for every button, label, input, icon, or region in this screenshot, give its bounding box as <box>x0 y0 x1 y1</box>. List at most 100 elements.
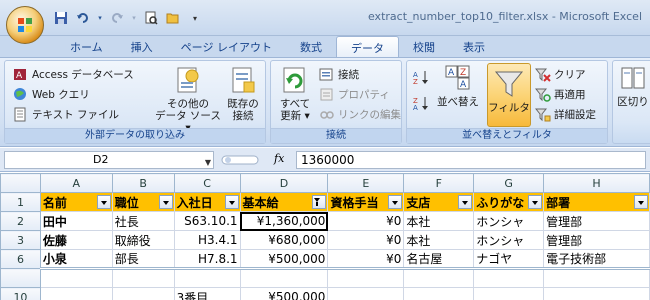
table-header-cell[interactable]: 基本給 <box>239 192 329 212</box>
cell[interactable]: 社長 <box>111 211 175 231</box>
table-header-cell[interactable]: 部署 <box>543 192 650 212</box>
selected-cell[interactable]: ¥1,360,000 <box>239 211 329 231</box>
name-box[interactable]: D2 ▼ <box>4 151 214 169</box>
filter-button[interactable]: フィルタ <box>487 63 531 127</box>
filter-dropdown-icon[interactable] <box>528 195 543 209</box>
row-header[interactable]: 6 <box>0 249 41 269</box>
row-header[interactable] <box>0 268 41 288</box>
column-header[interactable]: G <box>473 173 545 193</box>
clear-button[interactable]: クリア <box>534 66 586 83</box>
filter-dropdown-icon[interactable] <box>158 195 173 209</box>
filter-dropdown-icon[interactable] <box>388 195 403 209</box>
cell[interactable]: 本社 <box>403 230 475 250</box>
cell[interactable] <box>543 268 650 288</box>
undo-dropdown-icon[interactable]: ▾ <box>96 9 104 27</box>
edit-links-button[interactable]: リンクの編集 <box>319 106 401 123</box>
reapply-button[interactable]: 再適用 <box>534 86 586 103</box>
open-icon[interactable] <box>164 9 182 27</box>
tab-view[interactable]: 表示 <box>449 36 499 58</box>
cell[interactable]: ¥680,000 <box>239 230 329 250</box>
tab-data[interactable]: データ <box>335 36 399 58</box>
save-icon[interactable] <box>52 9 70 27</box>
cell[interactable]: 管理部 <box>543 211 650 231</box>
formula-input[interactable]: 1360000 <box>296 151 646 169</box>
cell[interactable] <box>473 287 545 300</box>
cell[interactable]: H7.8.1 <box>173 249 241 270</box>
column-header[interactable]: F <box>403 173 475 193</box>
tab-home[interactable]: ホーム <box>56 36 117 58</box>
name-box-dropdown-icon[interactable]: ▼ <box>205 155 211 171</box>
column-header[interactable]: C <box>173 173 241 193</box>
cell[interactable]: 佐藤 <box>39 230 113 250</box>
filter-dropdown-icon[interactable] <box>96 195 111 209</box>
cell[interactable]: 管理部 <box>543 230 650 250</box>
cell[interactable]: 取締役 <box>111 230 175 250</box>
cell[interactable] <box>239 268 329 288</box>
existing-connections-button[interactable]: 既存の 接続 <box>223 64 263 122</box>
web-query-button[interactable]: Web クエリ <box>13 86 90 103</box>
cell[interactable] <box>543 287 650 300</box>
tab-review[interactable]: 校閲 <box>399 36 449 58</box>
redo-icon[interactable] <box>108 9 126 27</box>
cell[interactable]: ホンシャ <box>473 211 545 231</box>
connections-button[interactable]: 接続 <box>319 66 359 83</box>
text-to-columns-button[interactable]: 区切り <box>615 64 650 108</box>
column-header[interactable]: A <box>39 173 113 193</box>
insert-function-icon[interactable]: fx <box>274 152 284 165</box>
cell[interactable]: 小泉 <box>39 249 113 270</box>
cell[interactable] <box>327 287 405 300</box>
other-sources-button[interactable]: その他の データ ソース ▾ <box>155 64 221 134</box>
cell[interactable]: ホンシャ <box>473 230 545 250</box>
text-file-button[interactable]: テキスト ファイル <box>13 106 119 123</box>
cell[interactable] <box>327 268 405 288</box>
cell[interactable]: 名古屋 <box>403 249 475 270</box>
cell[interactable] <box>39 268 113 288</box>
sort-ascending-button[interactable]: AZ <box>413 69 429 86</box>
redo-dropdown-icon[interactable]: ▾ <box>130 9 138 27</box>
cell[interactable] <box>111 268 175 288</box>
formula-bar-handle-icon[interactable] <box>220 151 260 169</box>
cell[interactable] <box>39 287 113 300</box>
filter-dropdown-icon[interactable] <box>634 195 648 209</box>
office-button[interactable] <box>6 6 44 44</box>
cell[interactable]: 電子技術部 <box>543 249 650 270</box>
table-header-cell[interactable]: 職位 <box>111 192 175 212</box>
tab-insert[interactable]: 挿入 <box>117 36 167 58</box>
print-preview-icon[interactable] <box>142 9 160 27</box>
access-database-button[interactable]: A Access データベース <box>13 66 134 83</box>
table-header-cell[interactable]: 資格手当 <box>327 192 405 212</box>
tab-page-layout[interactable]: ページ レイアウト <box>167 36 286 58</box>
table-header-cell[interactable]: 名前 <box>39 192 113 212</box>
cell[interactable]: ¥0 <box>327 230 405 250</box>
column-header[interactable]: E <box>327 173 405 193</box>
cell[interactable]: ¥500,000 <box>239 249 329 270</box>
cell[interactable]: ¥0 <box>327 211 405 231</box>
sort-descending-button[interactable]: ZA <box>413 95 429 112</box>
table-header-cell[interactable]: ふりがな <box>473 192 545 212</box>
cell[interactable]: ¥500,000 <box>239 287 329 300</box>
cell[interactable]: ナゴヤ <box>473 249 545 270</box>
undo-icon[interactable] <box>74 9 92 27</box>
cell[interactable] <box>403 287 475 300</box>
cell[interactable]: 部長 <box>111 249 175 270</box>
table-header-cell[interactable]: 入社日 <box>173 192 241 212</box>
column-header[interactable]: H <box>543 173 650 193</box>
cell[interactable]: S63.10.1 <box>173 211 241 231</box>
refresh-all-button[interactable]: すべて 更新 ▾ <box>275 64 315 122</box>
column-header[interactable]: D <box>239 173 329 193</box>
select-all-corner[interactable] <box>0 173 41 193</box>
filter-dropdown-icon[interactable] <box>224 195 239 209</box>
column-header[interactable]: B <box>111 173 175 193</box>
tab-formulas[interactable]: 数式 <box>286 36 336 58</box>
cell[interactable]: 田中 <box>39 211 113 231</box>
active-filter-icon[interactable] <box>312 195 327 209</box>
table-header-cell[interactable]: 支店 <box>403 192 475 212</box>
cell[interactable] <box>173 268 241 288</box>
properties-button[interactable]: プロパティ <box>319 86 390 103</box>
cell[interactable]: 3番目 <box>173 287 241 300</box>
filter-dropdown-icon[interactable] <box>458 195 473 209</box>
cell[interactable]: H3.4.1 <box>173 230 241 250</box>
cell[interactable]: ¥0 <box>327 249 405 270</box>
cell[interactable] <box>111 287 175 300</box>
cell[interactable] <box>473 268 545 288</box>
